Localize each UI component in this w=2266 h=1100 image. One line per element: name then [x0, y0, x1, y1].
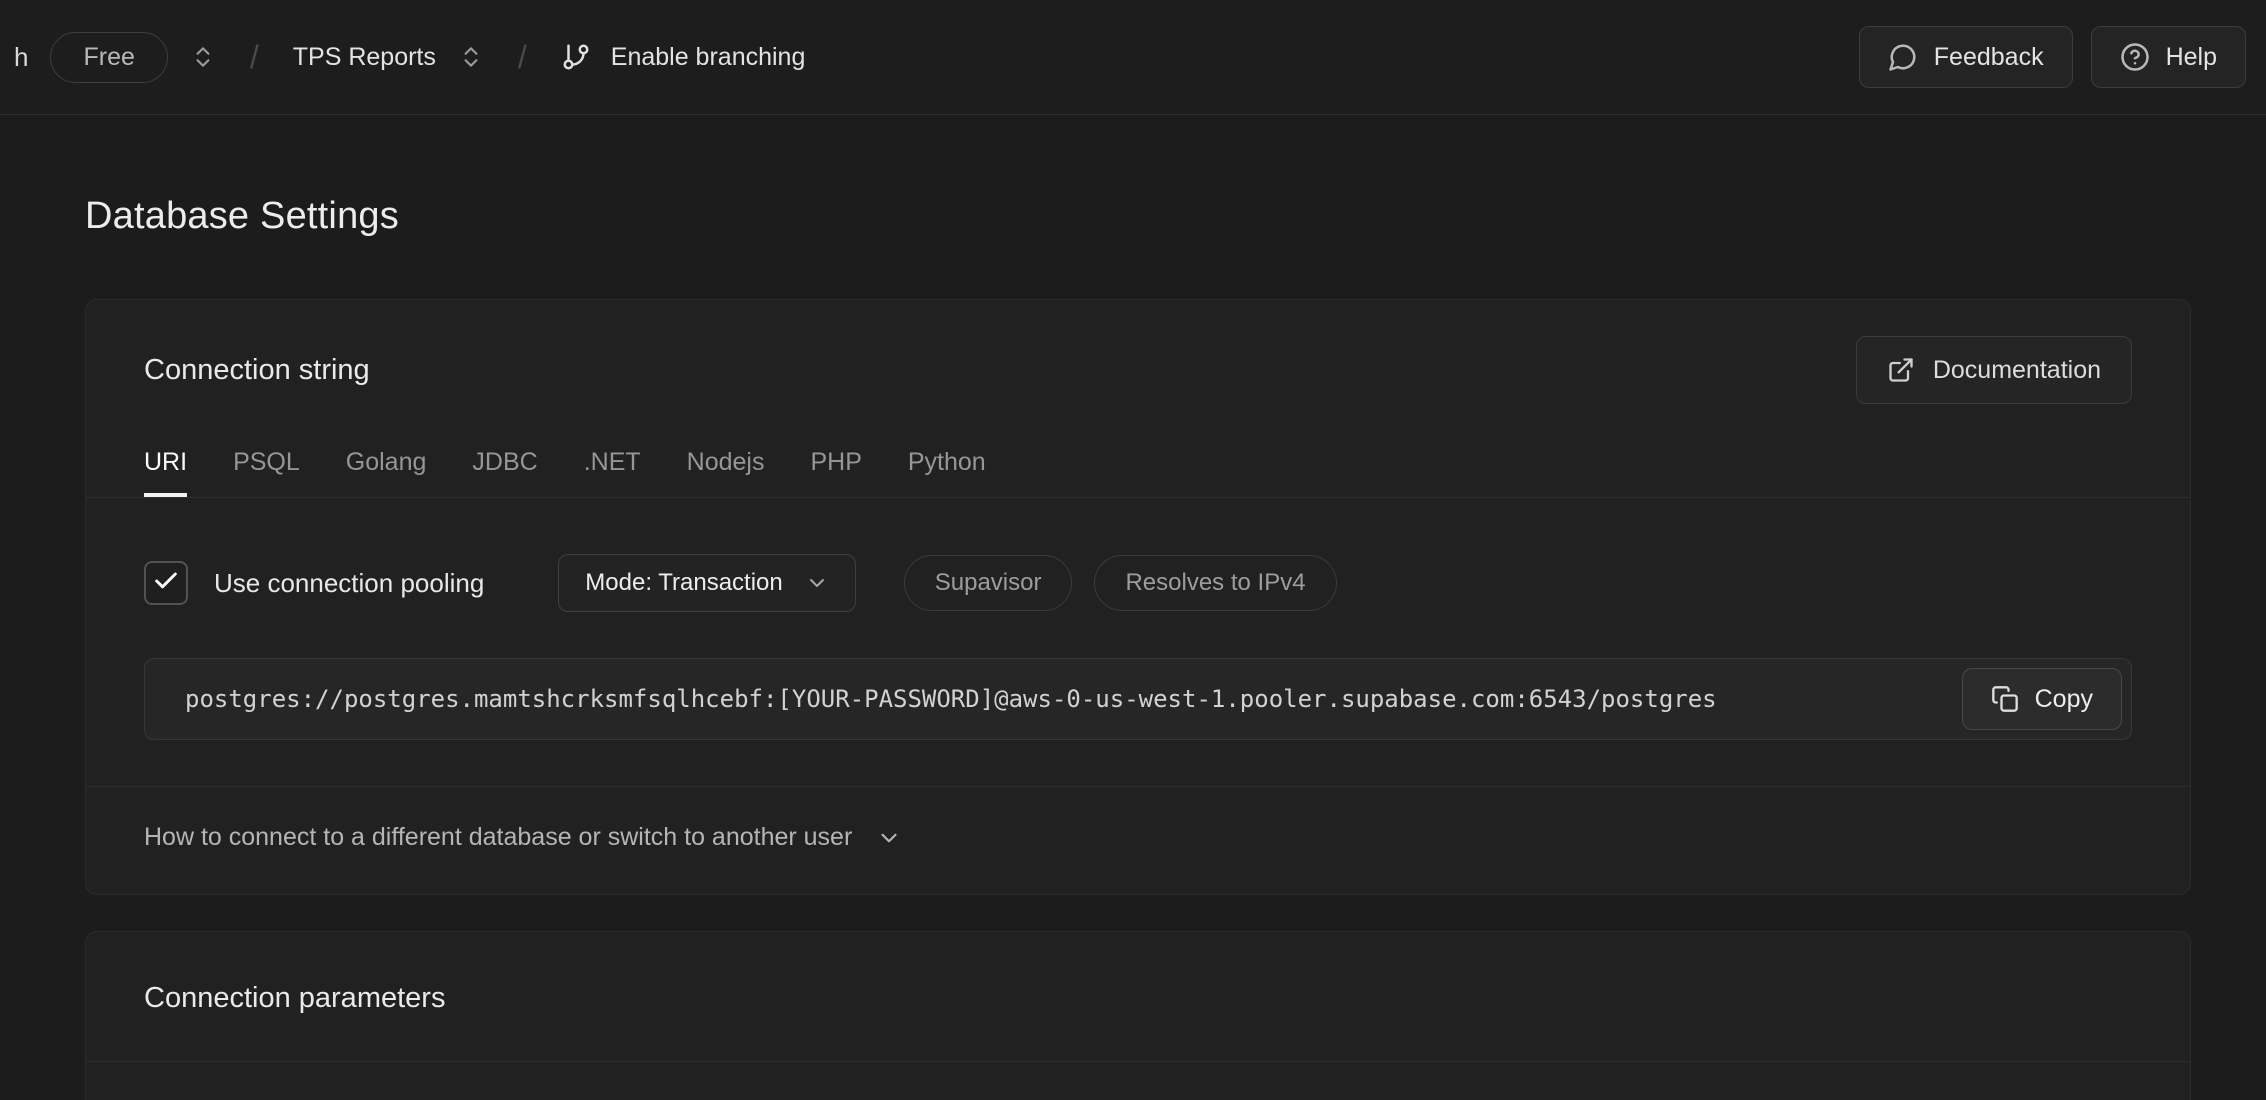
documentation-button[interactable]: Documentation [1856, 336, 2132, 404]
tab-jdbc[interactable]: JDBC [472, 448, 537, 497]
help-label: Help [2166, 43, 2217, 72]
resolves-to-ipv4-badge: Resolves to IPv4 [1094, 555, 1336, 611]
breadcrumb-separator: / [518, 39, 527, 76]
use-connection-pooling-checkbox[interactable] [144, 561, 188, 605]
pooling-mode-value: Mode: Transaction [585, 569, 782, 597]
tab-dotnet[interactable]: .NET [584, 448, 641, 497]
connection-string-title: Connection string [144, 354, 370, 387]
copy-icon [1991, 685, 2019, 713]
pooling-mode-dropdown[interactable]: Mode: Transaction [558, 554, 855, 612]
help-circle-icon [2120, 42, 2150, 72]
connection-string-card: Connection string Documentation URI PSQL… [85, 299, 2191, 895]
connection-parameters-header: Connection parameters [86, 932, 2190, 1061]
connection-pooling-row: Use connection pooling Mode: Transaction… [86, 498, 2190, 612]
connection-uri-container: Copy [144, 658, 2132, 740]
git-branch-icon [561, 42, 591, 72]
tab-nodejs[interactable]: Nodejs [687, 448, 765, 497]
connection-string-tabs: URI PSQL Golang JDBC .NET Nodejs PHP Pyt… [86, 404, 2190, 498]
main-content: Database Settings Connection string Docu… [0, 195, 2266, 1100]
copy-label: Copy [2035, 685, 2093, 714]
breadcrumb-project-name[interactable]: TPS Reports [293, 43, 436, 72]
feedback-label: Feedback [1934, 43, 2044, 72]
project-switcher-chevrons-icon[interactable] [458, 44, 484, 70]
connection-help-expander[interactable]: How to connect to a different database o… [86, 786, 2190, 894]
database-settings-page: h Free / TPS Reports / Enable branching … [0, 0, 2266, 1100]
help-button[interactable]: Help [2091, 26, 2246, 88]
connection-parameters-card: Connection parameters Use connection poo… [85, 931, 2191, 1100]
tab-python[interactable]: Python [908, 448, 986, 497]
supavisor-badge: Supavisor [904, 555, 1073, 611]
org-name-truncated[interactable]: h [14, 42, 28, 73]
breadcrumb-separator: / [250, 39, 259, 76]
documentation-label: Documentation [1933, 356, 2101, 385]
plan-badge[interactable]: Free [50, 32, 167, 83]
connection-uri-input[interactable] [144, 658, 2132, 740]
external-link-icon [1887, 356, 1915, 384]
connection-parameters-row: Use connection pooling Mode: Transaction… [86, 1062, 2190, 1100]
tab-psql[interactable]: PSQL [233, 448, 300, 497]
enable-branching-button[interactable]: Enable branching [561, 42, 806, 72]
chevron-down-icon [805, 571, 829, 595]
connection-string-header: Connection string Documentation [86, 300, 2190, 404]
page-title: Database Settings [85, 195, 2191, 238]
top-navigation-bar: h Free / TPS Reports / Enable branching … [0, 0, 2266, 115]
checkmark-icon [152, 567, 180, 600]
tab-golang[interactable]: Golang [346, 448, 427, 497]
chevron-down-icon [876, 825, 902, 851]
use-connection-pooling-label: Use connection pooling [214, 568, 484, 599]
tab-php[interactable]: PHP [810, 448, 861, 497]
topbar-actions: Feedback Help [1859, 26, 2246, 88]
connection-help-label: How to connect to a different database o… [144, 823, 852, 852]
org-switcher-chevrons-icon[interactable] [190, 44, 216, 70]
connection-parameters-title: Connection parameters [144, 982, 2132, 1015]
feedback-button[interactable]: Feedback [1859, 26, 2073, 88]
enable-branching-label: Enable branching [611, 43, 806, 72]
copy-button[interactable]: Copy [1962, 668, 2122, 730]
speech-bubble-icon [1888, 42, 1918, 72]
tab-uri[interactable]: URI [144, 448, 187, 497]
